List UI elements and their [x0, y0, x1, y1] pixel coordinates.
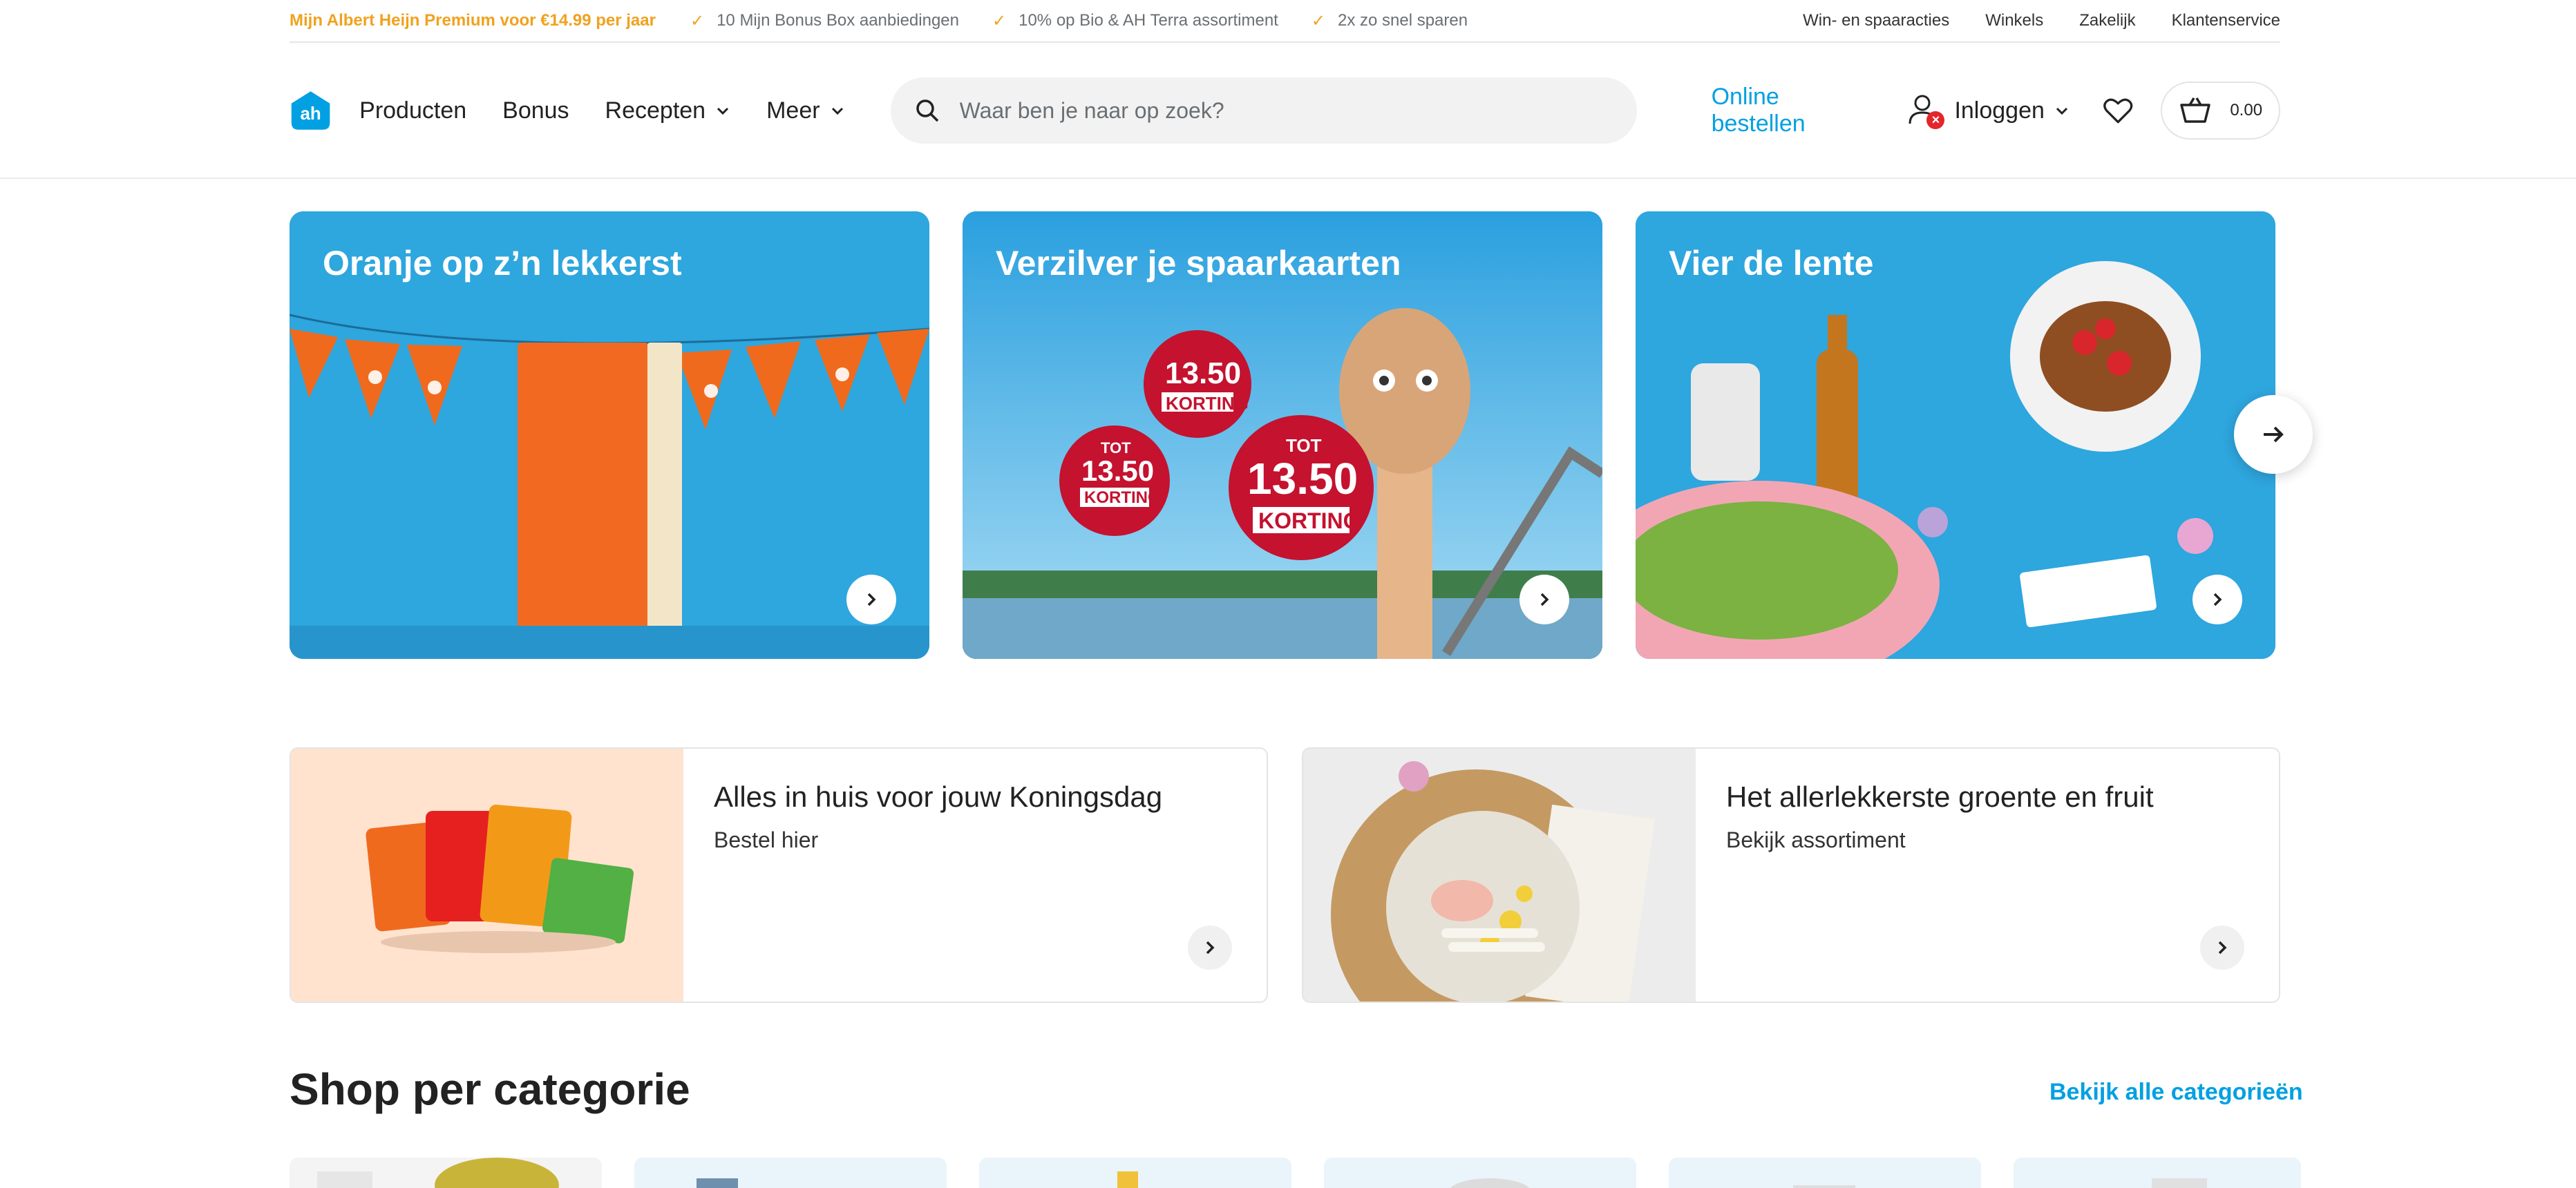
- category-tile[interactable]: [1669, 1158, 1981, 1188]
- carousel-next-button[interactable]: [2234, 395, 2313, 474]
- hero-card-spaarkaarten[interactable]: Verzilver je spaarkaarten 13.50 KORTING …: [963, 211, 1602, 659]
- hero-title: Vier de lente: [1669, 244, 1874, 282]
- cart-button[interactable]: 0.00: [2161, 82, 2280, 140]
- promo-text: Het allerlekkerste groente en fruit Beki…: [1696, 749, 2154, 1002]
- hero-card-lente[interactable]: Vier de lente: [1636, 211, 2275, 659]
- category-image: [1117, 1171, 1138, 1188]
- usp-item: ✓ 2x zo snel sparen: [1311, 11, 1468, 30]
- promo-text: Alles in huis voor jouw Koningsdag Beste…: [683, 749, 1162, 1002]
- login-button[interactable]: × Inloggen: [1907, 92, 2069, 129]
- asparagus-plate-image: [1303, 749, 1696, 1002]
- promo-card-groente-fruit[interactable]: Het allerlekkerste groente en fruit Beki…: [1302, 747, 2280, 1003]
- nav-meer[interactable]: Meer: [766, 97, 844, 124]
- nav-bonus[interactable]: Bonus: [502, 97, 569, 124]
- discount-badge-label-2: KORTING: [1084, 488, 1161, 507]
- top-link-zakelijk[interactable]: Zakelijk: [2079, 11, 2135, 30]
- usp-item: ✓ 10% op Bio & AH Terra assortiment: [992, 11, 1278, 30]
- check-icon: ✓: [1311, 11, 1325, 30]
- user-icon: ×: [1907, 92, 1945, 129]
- promo-subtitle: Bekijk assortiment: [1726, 827, 1906, 852]
- category-image: [317, 1158, 559, 1188]
- promo-card-koningsdag[interactable]: Alles in huis voor jouw Koningsdag Beste…: [290, 747, 1268, 1003]
- hero-arrow-button[interactable]: [846, 575, 896, 624]
- nav-recepten[interactable]: Recepten: [605, 97, 731, 124]
- promo-image: [1303, 749, 1696, 1002]
- category-image: [1793, 1185, 1855, 1188]
- chevron-right-icon: [2213, 593, 2222, 606]
- discount-badge-label-1: KORTING: [1166, 393, 1249, 414]
- category-image: [1450, 1178, 1530, 1188]
- chevron-down-icon: [717, 107, 729, 115]
- ah-logo-icon[interactable]: ah: [290, 88, 332, 133]
- hero-title: Verzilver je spaarkaarten: [996, 244, 1401, 282]
- category-section-title: Shop per categorie: [290, 1064, 690, 1114]
- check-icon: ✓: [690, 11, 705, 30]
- promo-subtitle: Bestel hier: [714, 827, 819, 852]
- hero-title: Oranje op z’n lekkerst: [323, 244, 682, 282]
- search-bar[interactable]: [890, 77, 1637, 144]
- category-tile[interactable]: [290, 1158, 602, 1188]
- promo-arrow-button[interactable]: [2200, 926, 2244, 970]
- online-bestellen-link[interactable]: Online bestellen: [1712, 84, 1868, 137]
- discount-badge-2: 13.50: [1081, 454, 1155, 487]
- nav-divider: [0, 178, 2576, 179]
- hero-card-oranje[interactable]: Oranje op z’n lekkerst: [290, 211, 929, 659]
- heart-icon[interactable]: [2103, 94, 2133, 127]
- top-strip: Mijn Albert Heijn Premium voor €14.99 pe…: [290, 0, 2280, 43]
- category-tile[interactable]: [634, 1158, 947, 1188]
- promo-title: Het allerlekkerste groente en fruit: [1726, 780, 2154, 813]
- chevron-right-icon: [1540, 593, 1549, 606]
- main-nav: ah Producten Bonus Recepten Meer Online …: [290, 43, 2280, 178]
- chevron-right-icon: [867, 593, 876, 606]
- hero-arrow-button[interactable]: [1519, 575, 1569, 624]
- category-image: [697, 1178, 738, 1188]
- nav-producten[interactable]: Producten: [359, 97, 466, 124]
- arrow-right-icon: [2264, 426, 2284, 443]
- chevron-down-icon: [2056, 107, 2067, 115]
- search-icon: [916, 99, 938, 122]
- chevron-down-icon: [831, 107, 843, 115]
- discount-badge-label-3: KORTING: [1258, 508, 1361, 533]
- discount-badge-1: 13.50: [1165, 356, 1242, 390]
- usp-item: ✓ 10 Mijn Bonus Box aanbiedingen: [690, 11, 959, 30]
- all-categories-link[interactable]: Bekijk alle categorieën: [2049, 1079, 2303, 1106]
- premium-link[interactable]: Mijn Albert Heijn Premium voor €14.99 pe…: [290, 11, 656, 30]
- discount-badge-3: 13.50: [1247, 454, 1358, 504]
- promo-image: [291, 749, 683, 1002]
- chevron-right-icon: [1206, 941, 1215, 955]
- category-tile[interactable]: [1324, 1158, 1636, 1188]
- promo-title: Alles in huis voor jouw Koningsdag: [714, 780, 1163, 813]
- category-tile[interactable]: [979, 1158, 1291, 1188]
- top-link-klantenservice[interactable]: Klantenservice: [2172, 11, 2280, 30]
- top-link-winkels[interactable]: Winkels: [1985, 11, 2043, 30]
- category-image: [2152, 1178, 2207, 1188]
- check-icon: ✓: [992, 11, 1007, 30]
- top-links: Win- en spaaracties Winkels Zakelijk Kla…: [1803, 11, 2280, 30]
- chips-bags-image: [291, 749, 683, 1002]
- search-input[interactable]: [959, 97, 1637, 124]
- promo-arrow-button[interactable]: [1188, 926, 1232, 970]
- chevron-right-icon: [2218, 941, 2227, 955]
- cart-total: 0.00: [2230, 101, 2263, 119]
- category-tile[interactable]: [2014, 1158, 2301, 1188]
- hero-arrow-button[interactable]: [2193, 575, 2242, 624]
- top-link-acties[interactable]: Win- en spaaracties: [1803, 11, 1949, 30]
- basket-icon: [2180, 97, 2211, 123]
- svg-text:ah: ah: [300, 104, 321, 124]
